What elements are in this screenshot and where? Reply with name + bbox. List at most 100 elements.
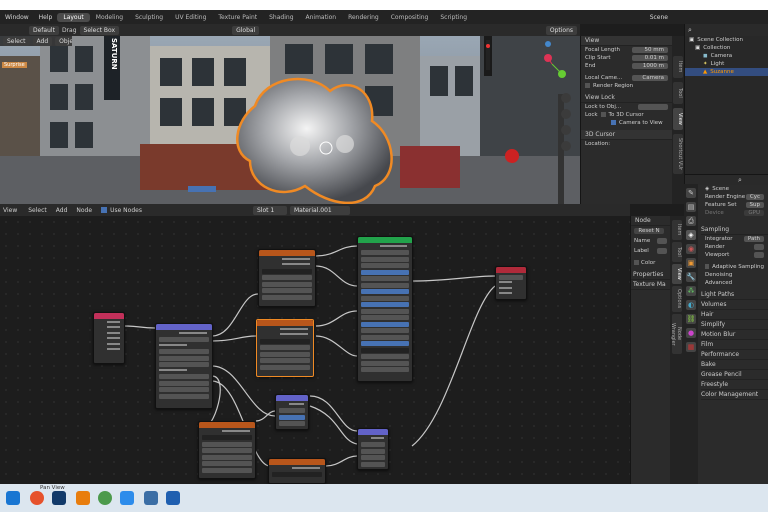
scene-collection-label[interactable]: Scene Collection [697, 37, 743, 43]
suzanne-monkey-mesh[interactable] [236, 77, 393, 204]
constraints-tab-icon[interactable]: ⛓ [686, 314, 696, 324]
tab-view[interactable]: View [673, 108, 683, 130]
viewport-samples-field[interactable] [754, 252, 764, 258]
tab-shortcut[interactable]: Shortcut VUr [673, 134, 683, 174]
image-texture-node-1[interactable] [258, 249, 316, 307]
section-film[interactable]: Film [701, 340, 768, 350]
object-tab-icon[interactable]: ▣ [686, 258, 696, 268]
image-texture-node-2[interactable] [256, 319, 314, 377]
photos-icon[interactable] [166, 491, 180, 505]
section-color-management[interactable]: Color Management [701, 390, 768, 400]
tab-uv-editing[interactable]: UV Editing [169, 13, 212, 22]
scene-tab-icon[interactable]: ◈ [686, 230, 696, 240]
vivaldi-icon[interactable] [52, 491, 66, 505]
blender-icon[interactable] [76, 491, 90, 505]
menu-help[interactable]: Help [34, 14, 58, 21]
section-hair[interactable]: Hair [701, 310, 768, 320]
node-menu-add[interactable]: Add [56, 207, 68, 214]
node-tab-item[interactable]: Item [672, 220, 682, 240]
chrome-icon[interactable] [98, 491, 112, 505]
sampling-section-header[interactable]: Sampling [701, 225, 768, 235]
image-texture-node-4[interactable] [268, 458, 326, 484]
material-output-node[interactable] [495, 266, 527, 300]
displacement-node[interactable] [357, 428, 389, 470]
zoom-icon[interactable] [120, 491, 134, 505]
camera-field[interactable]: Camera [632, 75, 668, 81]
options-dropdown[interactable]: Options [545, 25, 577, 35]
view-section-header[interactable]: View [581, 36, 672, 46]
render-tab-icon[interactable]: ▤ [686, 202, 696, 212]
3d-cursor-section-header[interactable]: 3D Cursor [581, 130, 672, 140]
reset-node-button[interactable]: Reset N [634, 228, 664, 234]
feature-set-dropdown[interactable]: Sup [745, 202, 764, 208]
clip-end-field[interactable]: 1000 m [632, 63, 668, 69]
use-nodes-checkbox[interactable] [101, 207, 108, 213]
outliner-item-suzanne[interactable]: Suzanne [710, 69, 734, 75]
node-name-field[interactable] [657, 238, 667, 244]
lock-object-field[interactable] [638, 104, 668, 110]
start-menu-icon[interactable] [6, 491, 20, 505]
mode-dropdown[interactable]: Default [29, 25, 59, 35]
node-editor-canvas[interactable] [0, 216, 630, 484]
firefox-icon[interactable] [30, 491, 44, 505]
integrator-dropdown[interactable]: Path [743, 236, 764, 242]
outliner-item-camera[interactable]: Camera [711, 53, 733, 59]
select-box-dropdown[interactable]: Select Box [79, 25, 120, 35]
output-tab-icon[interactable]: ⎙ [686, 216, 696, 226]
material-tab-icon[interactable]: ● [686, 328, 696, 338]
image-texture-node-3[interactable] [198, 421, 256, 479]
section-light-paths[interactable]: Light Paths [701, 290, 768, 300]
properties-search-icon[interactable]: ⌕ [738, 176, 742, 185]
tab-tool[interactable]: Tool [673, 82, 683, 104]
modifier-tab-icon[interactable]: 🔧 [686, 272, 696, 282]
menu-add[interactable]: Add [32, 36, 53, 46]
node-tab-tool[interactable]: Tool [672, 242, 682, 262]
outliner-item-light[interactable]: Light [711, 61, 725, 67]
section-freestyle[interactable]: Freestyle [701, 380, 768, 390]
search-icon[interactable]: ⌕ [688, 26, 692, 35]
clip-start-field[interactable]: 0.01 m [632, 55, 668, 61]
node-tab-options[interactable]: Options [672, 286, 682, 312]
tab-scripting[interactable]: Scripting [434, 13, 473, 22]
node-tab-node-wrangler[interactable]: Node Wrangler [670, 314, 682, 354]
device-dropdown[interactable]: GPU [744, 210, 764, 216]
focal-length-field[interactable]: 50 mm [632, 47, 668, 53]
lock-cursor-checkbox[interactable] [600, 112, 606, 117]
section-volumes[interactable]: Volumes [701, 300, 768, 310]
collection-label[interactable]: Collection [703, 45, 730, 51]
render-engine-dropdown[interactable]: Cyc [745, 194, 764, 200]
node-menu-node[interactable]: Node [76, 207, 92, 214]
orientation-dropdown[interactable]: Global [232, 25, 260, 35]
3d-viewport[interactable]: SATURN Surprise [0, 36, 580, 204]
tab-modeling[interactable]: Modeling [90, 13, 129, 22]
section-simplify[interactable]: Simplify [701, 320, 768, 330]
node-label-field[interactable] [657, 248, 667, 254]
tool-tab-icon[interactable]: ✎ [686, 188, 696, 198]
tab-shading[interactable]: Shading [263, 13, 299, 22]
slot-dropdown[interactable]: Slot 1 [252, 205, 287, 215]
denoising-subsection[interactable]: Denoising [705, 272, 732, 278]
tab-texture-paint[interactable]: Texture Paint [212, 13, 263, 22]
texture-mapping-subsection[interactable]: Texture Ma [631, 280, 670, 290]
texture-tab-icon[interactable]: ▦ [686, 342, 696, 352]
tab-sculpting[interactable]: Sculpting [129, 13, 169, 22]
principled-bsdf-node[interactable] [357, 236, 413, 382]
tab-item[interactable]: Item [673, 56, 683, 78]
camera-to-view-checkbox[interactable] [611, 120, 616, 125]
node-tab-view[interactable]: View [672, 264, 682, 284]
node-menu-view[interactable]: View [3, 207, 17, 214]
scene-selector[interactable]: Scene [645, 14, 673, 21]
node-menu-select[interactable]: Select [28, 207, 47, 214]
world-tab-icon[interactable]: ◉ [686, 244, 696, 254]
normal-map-node[interactable] [275, 394, 309, 430]
mapping-node[interactable] [155, 323, 213, 409]
menu-window[interactable]: Window [0, 14, 34, 21]
particles-tab-icon[interactable]: ⁂ [686, 286, 696, 296]
material-dropdown[interactable]: Material.001 [289, 205, 350, 215]
physics-tab-icon[interactable]: ◐ [686, 300, 696, 310]
tab-layout[interactable]: Layout [57, 12, 90, 22]
menu-object[interactable]: Object [55, 36, 72, 46]
color-checkbox[interactable] [634, 260, 639, 265]
properties-subsection[interactable]: Properties [631, 270, 670, 280]
tab-compositing[interactable]: Compositing [385, 13, 435, 22]
